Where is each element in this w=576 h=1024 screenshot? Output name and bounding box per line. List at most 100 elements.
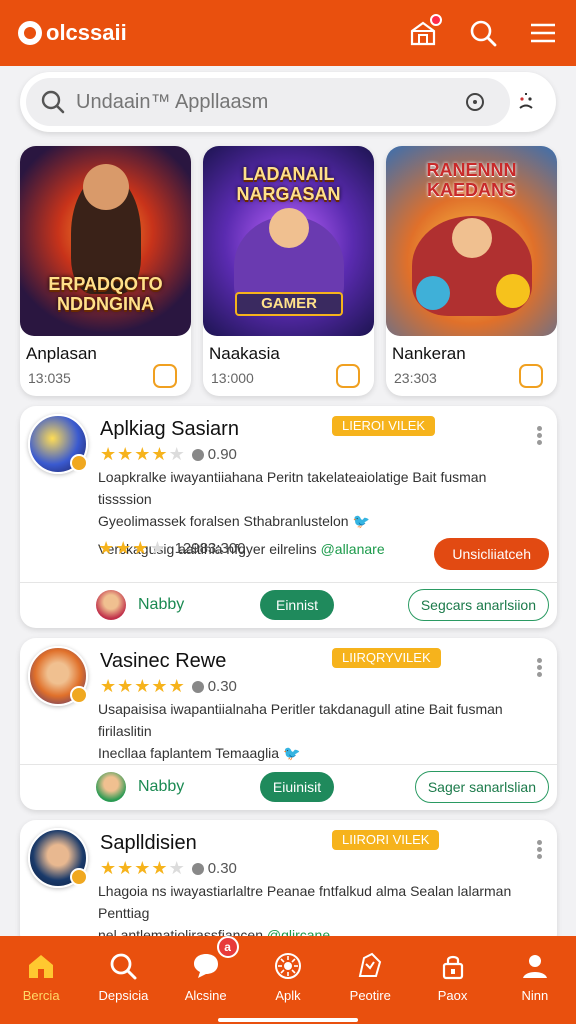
- logo-text: olcssaii: [46, 20, 127, 45]
- notification-dot: [430, 14, 442, 26]
- nav-item-chat[interactable]: a Alcsine: [165, 936, 247, 1024]
- user-avatar: [96, 590, 126, 620]
- featured-card[interactable]: LADANAIL NARGASAN GAMER Naakasia 13:000: [203, 146, 374, 396]
- search-icon[interactable]: [468, 18, 498, 48]
- divider: [20, 582, 557, 583]
- heart-icon[interactable]: [153, 364, 177, 388]
- rating-value: 0.90: [207, 446, 237, 463]
- outline-action-button[interactable]: Segcars anarlsiion: [407, 589, 549, 621]
- featured-carousel: ERPADQOTO NDDNGINA Anplasan 13:035 LADAN…: [20, 146, 558, 396]
- face-icon[interactable]: [514, 90, 538, 114]
- app-rating: ★ ★ ★ ★ ★ 0.90: [100, 444, 237, 464]
- logo-mark-icon: [18, 21, 42, 45]
- search-bar[interactable]: [26, 78, 510, 126]
- user-handle[interactable]: @allanare: [321, 541, 385, 557]
- app-logo[interactable]: olcssaii: [18, 20, 127, 46]
- bottom-navigation: Bercia Depsicia a Alcsine Aplk Peotire P…: [0, 936, 576, 1024]
- sun-icon: [274, 953, 301, 979]
- featured-name: Naakasia: [209, 344, 280, 363]
- clock-icon: [191, 448, 204, 461]
- featured-art: RANENNN KAEDANS: [386, 146, 557, 336]
- featured-art-badge: GAMER: [235, 292, 343, 316]
- home-indicator: [218, 1018, 358, 1022]
- primary-action-button[interactable]: Unsicliiatceh: [434, 538, 549, 570]
- store-icon[interactable]: [408, 14, 442, 48]
- verified-icon: [70, 454, 88, 472]
- footer-user[interactable]: Nabby: [96, 772, 184, 802]
- magnifier-icon: [41, 90, 65, 114]
- featured-art-title: LADANAIL NARGASAN: [236, 164, 341, 204]
- clock-icon: [191, 862, 204, 875]
- nav-item-lock[interactable]: Paox: [411, 936, 493, 1024]
- verified-icon: [70, 686, 88, 704]
- rating-value: 0.30: [207, 678, 237, 695]
- nav-item-search[interactable]: Depsicia: [82, 936, 164, 1024]
- footer-user[interactable]: Nabby: [96, 590, 184, 620]
- app-description: Usapaisisa iwapantiialnaha Peritler takd…: [98, 698, 541, 764]
- desc-line: Loapkralke iwayantiiahana Peritn takelat…: [98, 469, 487, 507]
- nav-label: Paox: [437, 988, 468, 1003]
- app-tag: LIIRORI VILEK: [332, 830, 440, 850]
- bird-icon: 🐦: [282, 745, 301, 761]
- nav-item-home[interactable]: Bercia: [0, 936, 82, 1024]
- featured-card[interactable]: RANENNN KAEDANS Nankeran 23:303: [386, 146, 557, 396]
- app-card[interactable]: Aplkiag Sasiarn LIEROI VILEK ★ ★ ★ ★ ★ 0.90 …: [20, 406, 557, 628]
- app-tag: LIIRQRYVILEK: [332, 648, 441, 668]
- nav-label: Bercia: [22, 988, 60, 1003]
- nav-item-apps[interactable]: Aplk: [247, 936, 329, 1024]
- green-action-button[interactable]: Eiuinisit: [260, 772, 334, 802]
- featured-count: 13:000: [211, 370, 254, 386]
- divider: [20, 764, 557, 765]
- featured-name: Anplasan: [26, 344, 97, 363]
- nav-item-profile[interactable]: Ninn: [494, 936, 576, 1024]
- clock-icon: [191, 680, 204, 693]
- menu-icon[interactable]: [528, 18, 558, 48]
- chat-icon: [193, 954, 218, 978]
- user-avatar: [96, 772, 126, 802]
- featured-art: ERPADQOTO NDDNGINA: [20, 146, 191, 336]
- verified-icon: [70, 868, 88, 886]
- app-title: Vasinec Rewe: [100, 650, 227, 672]
- home-icon: [29, 955, 54, 978]
- app-avatar: [28, 646, 88, 706]
- nav-label: Alcsine: [184, 988, 227, 1003]
- user-name: Nabby: [138, 778, 185, 795]
- gamepad-icon[interactable]: [519, 364, 543, 388]
- featured-name: Nankeran: [392, 344, 466, 363]
- app-title: Saplldisien: [100, 832, 197, 854]
- outline-action-button[interactable]: Sager sanarlslian: [414, 771, 549, 803]
- app-card[interactable]: Saplldisien LIIRORI VILEK ★ ★ ★ ★ ★ 0.30 Lha…: [20, 820, 557, 950]
- green-action-button[interactable]: Einnist: [260, 590, 334, 620]
- more-options-icon[interactable]: [537, 658, 543, 678]
- app-rating: ★ ★ ★ ★ ★ 0.30: [100, 858, 237, 878]
- featured-count: 23:303: [394, 370, 437, 386]
- featured-card[interactable]: ERPADQOTO NDDNGINA Anplasan 13:035: [20, 146, 191, 396]
- app-sub-rating: ★ ★ ★ ★ 12983:300: [98, 538, 246, 558]
- app-card[interactable]: Vasinec Rewe LIIRQRYVILEK ★ ★ ★ ★ ★ 0.30 Usa…: [20, 638, 557, 810]
- featured-art-title: RANENNN KAEDANS: [426, 160, 517, 200]
- lock-icon: [442, 955, 463, 980]
- desc-line: Lhagoia ns iwayastiarlaltre Peanae fntfa…: [98, 883, 512, 921]
- chat-bubble-icon[interactable]: [336, 364, 360, 388]
- desc-line: Inecllaa faplantem Temaaglia: [98, 745, 280, 761]
- nav-label: Ninn: [521, 988, 549, 1003]
- top-app-bar: olcssaii: [0, 0, 576, 66]
- featured-art-title: ERPADQOTO NDDNGINA: [48, 274, 163, 314]
- more-options-icon[interactable]: [537, 426, 543, 446]
- search-container: [20, 72, 556, 132]
- user-name: Nabby: [138, 596, 185, 613]
- featured-art: LADANAIL NARGASAN GAMER: [203, 146, 374, 336]
- location-icon[interactable]: [464, 91, 486, 113]
- app-tag: LIEROI VILEK: [332, 416, 436, 436]
- user-icon: [522, 955, 547, 978]
- search-icon: [111, 953, 137, 980]
- more-options-icon[interactable]: [537, 840, 543, 860]
- featured-count: 13:035: [28, 370, 71, 386]
- nav-label: Depsicia: [98, 988, 149, 1003]
- desc-line: Gyeolimassek foralsen Sthabranlustelon: [98, 513, 349, 529]
- search-input[interactable]: [76, 90, 416, 114]
- app-title: Aplkiag Sasiarn: [100, 418, 239, 440]
- nav-label: Aplk: [275, 988, 301, 1003]
- nav-item-map[interactable]: Peotire: [329, 936, 411, 1024]
- desc-line: Usapaisisa iwapantiialnaha Peritler takd…: [98, 701, 503, 739]
